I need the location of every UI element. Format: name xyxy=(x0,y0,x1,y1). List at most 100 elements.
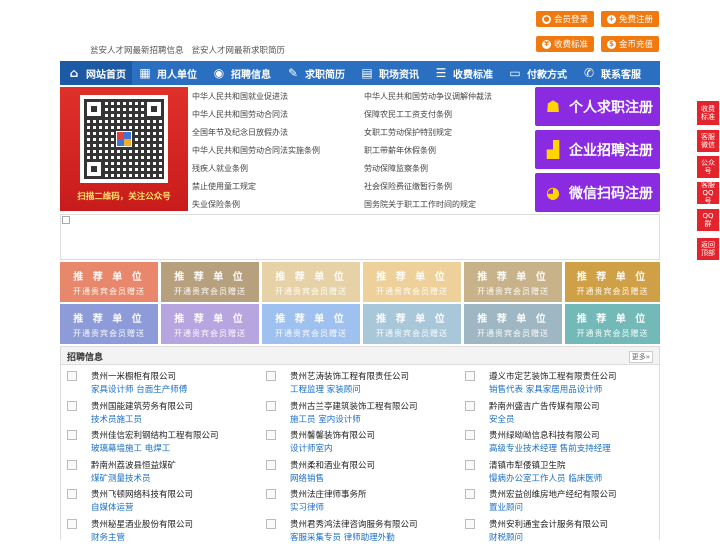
member-login-button[interactable]: ● 会员登录 xyxy=(536,11,595,27)
recommended-employer-tile[interactable]: 推 荐 单 位开通贵宾会员赠送 xyxy=(363,262,461,302)
side-pricing[interactable]: 收费标准 xyxy=(697,101,719,125)
company-name-link[interactable]: 贵州秘星酒业股份有限公司 xyxy=(91,518,193,530)
recommended-employer-tile[interactable]: 推 荐 单 位开通贵宾会员赠送 xyxy=(565,304,660,344)
company-logo[interactable] xyxy=(266,400,276,411)
job-positions-link[interactable]: 财税顾问 xyxy=(489,531,523,543)
company-logo[interactable] xyxy=(266,459,276,470)
free-register-button[interactable]: + 免费注册 xyxy=(601,11,660,27)
job-positions-link[interactable]: 设计师室内 xyxy=(290,442,333,454)
law-link[interactable]: 国务院关于职工工作时间的规定 xyxy=(364,199,476,210)
company-logo[interactable] xyxy=(67,371,77,381)
company-logo[interactable] xyxy=(465,400,475,411)
recommended-employer-tile[interactable]: 推 荐 单 位开通贵宾会员赠送 xyxy=(262,262,360,302)
company-name-link[interactable]: 贵州柔和酒业有限公司 xyxy=(290,459,375,471)
job-positions-link[interactable]: 高级专业技术经理 售前支持经理 xyxy=(489,442,611,454)
pricing-button[interactable]: ¥ 收费标准 xyxy=(536,36,595,52)
company-logo[interactable] xyxy=(465,430,475,440)
nav-employers[interactable]: ▦ 用人单位 xyxy=(132,61,206,85)
company-name-link[interactable]: 清镇市犁倭镇卫生院 xyxy=(489,459,566,471)
job-positions-link[interactable]: 家具设计师 台面生产师傅 xyxy=(91,383,187,395)
company-name-link[interactable]: 贵州馨馨装饰有限公司 xyxy=(290,429,375,441)
law-link[interactable]: 女职工劳动保护特别规定 xyxy=(364,127,452,138)
recommended-employer-tile[interactable]: 推 荐 单 位开通贵宾会员赠送 xyxy=(363,304,461,344)
law-link[interactable]: 中华人民共和国劳动合同法 xyxy=(192,109,288,120)
company-name-link[interactable]: 贵州一米橱柜有限公司 xyxy=(91,370,176,382)
law-link[interactable]: 中华人民共和国劳动争议调解仲裁法 xyxy=(364,91,492,102)
job-positions-link[interactable]: 施工员 室内设计师 xyxy=(290,413,361,425)
job-positions-link[interactable]: 工程监理 家装顾问 xyxy=(290,383,361,395)
company-logo[interactable] xyxy=(266,489,276,499)
job-positions-link[interactable]: 煤矿测量技术员 xyxy=(91,472,151,484)
nav-payment[interactable]: ▭ 付款方式 xyxy=(502,61,576,85)
recommended-employer-tile[interactable]: 推 荐 单 位开通贵宾会员赠送 xyxy=(464,304,562,344)
law-link[interactable]: 全国年节及纪念日放假办法 xyxy=(192,127,288,138)
company-register-button[interactable]: ▟ 企业招聘注册 xyxy=(535,130,660,169)
company-logo[interactable] xyxy=(266,430,276,440)
job-positions-link[interactable]: 自媒体运营 xyxy=(91,501,134,513)
company-logo[interactable] xyxy=(465,371,475,381)
law-link[interactable]: 职工带薪年休假条例 xyxy=(364,145,436,156)
law-link[interactable]: 保障农民工工资支付条例 xyxy=(364,109,452,120)
company-logo[interactable] xyxy=(465,489,475,499)
job-positions-link[interactable]: 网络销售 xyxy=(290,472,324,484)
company-name-link[interactable]: 遵义市定艺装饰工程有限责任公司 xyxy=(489,370,617,382)
job-positions-link[interactable]: 销售代表 家具家居用品设计师 xyxy=(489,383,602,395)
recommended-employer-tile[interactable]: 推 荐 单 位开通贵宾会员赠送 xyxy=(464,262,562,302)
company-name-link[interactable]: 贵州古兰亭建筑装饰工程有限公司 xyxy=(290,400,418,412)
company-logo[interactable] xyxy=(67,430,77,440)
recommended-employer-tile[interactable]: 推 荐 单 位开通贵宾会员赠送 xyxy=(60,262,158,302)
company-name-link[interactable]: 贵州安利通宝会计服务有限公司 xyxy=(489,518,608,530)
law-link[interactable]: 残疾人就业条例 xyxy=(192,163,248,174)
job-positions-link[interactable]: 技术员施工员 xyxy=(91,413,142,425)
side-qq-group[interactable]: QQ群 xyxy=(697,209,719,231)
company-name-link[interactable]: 贵州佳信宏利钢结构工程有限公司 xyxy=(91,429,219,441)
recommended-employer-tile[interactable]: 推 荐 单 位开通贵宾会员赠送 xyxy=(60,304,158,344)
company-logo[interactable] xyxy=(465,518,475,529)
company-name-link[interactable]: 黔南州盛吉广告传媒有限公司 xyxy=(489,400,600,412)
nav-resumes[interactable]: ✎ 求职简历 xyxy=(280,61,354,85)
recommended-employer-tile[interactable]: 推 荐 单 位开通贵宾会员赠送 xyxy=(565,262,660,302)
job-positions-link[interactable]: 安全员 xyxy=(489,413,515,425)
law-link[interactable]: 社会保险费征缴暂行条例 xyxy=(364,181,452,192)
personal-register-button[interactable]: ☗ 个人求职注册 xyxy=(535,87,660,126)
company-name-link[interactable]: 贵州艺涛装饰工程有限责任公司 xyxy=(290,370,409,382)
job-positions-link[interactable]: 实习律师 xyxy=(290,501,324,513)
company-name-link[interactable]: 贵州法庄律师事务所 xyxy=(290,488,367,500)
law-link[interactable]: 劳动保障监察条例 xyxy=(364,163,428,174)
side-official-account[interactable]: 公众号 xyxy=(697,156,719,178)
side-service-wechat[interactable]: 客服微信 xyxy=(697,130,719,152)
nav-news[interactable]: ▤ 职场资讯 xyxy=(354,61,428,85)
nav-home[interactable]: ⌂ 网站首页 xyxy=(60,61,132,85)
job-positions-link[interactable]: 慢病办公室工作人员 临床医师 xyxy=(489,472,602,484)
job-positions-link[interactable]: 玻璃幕墙施工 电焊工 xyxy=(91,442,170,454)
company-logo[interactable] xyxy=(465,459,475,470)
coin-recharge-button[interactable]: $ 金币充值 xyxy=(601,36,660,52)
company-name-link[interactable]: 贵州君秀鸿法律咨询服务有限公司 xyxy=(290,518,418,530)
company-logo[interactable] xyxy=(67,518,77,529)
company-name-link[interactable]: 贵州绿呦呦信息科技有限公司 xyxy=(489,429,600,441)
side-service-qq[interactable]: 客服QQ号 xyxy=(697,181,719,205)
more-link[interactable]: 更多» xyxy=(628,351,653,363)
law-link[interactable]: 中华人民共和国就业促进法 xyxy=(192,91,288,102)
job-positions-link[interactable]: 置业顾问 xyxy=(489,501,523,513)
nav-jobs[interactable]: ◉ 招聘信息 xyxy=(206,61,280,85)
company-name-link[interactable]: 贵州宏益创维房地产经纪有限公司 xyxy=(489,488,617,500)
company-logo[interactable] xyxy=(266,518,276,529)
side-back-to-top[interactable]: 返回顶部 xyxy=(697,238,719,260)
recommended-employer-tile[interactable]: 推 荐 单 位开通贵宾会员赠送 xyxy=(161,262,259,302)
law-link[interactable]: 中华人民共和国劳动合同法实施条例 xyxy=(192,145,320,156)
company-logo[interactable] xyxy=(67,400,77,411)
job-positions-link[interactable]: 客服采集专员 律师助理外勤 xyxy=(290,531,395,543)
latest-jobs-link[interactable]: 瓮安人才网最新招聘信息 xyxy=(90,44,184,56)
latest-resumes-link[interactable]: 瓮安人才网最新求职简历 xyxy=(192,44,286,56)
company-logo[interactable] xyxy=(67,489,77,499)
recommended-employer-tile[interactable]: 推 荐 单 位开通贵宾会员赠送 xyxy=(161,304,259,344)
company-logo[interactable] xyxy=(67,459,77,470)
law-link[interactable]: 失业保险条例 xyxy=(192,199,240,210)
nav-pricing[interactable]: ☰ 收费标准 xyxy=(428,61,502,85)
ad-banner[interactable] xyxy=(60,214,660,260)
wechat-register-button[interactable]: ◕ 微信扫码注册 xyxy=(535,173,660,212)
company-name-link[interactable]: 贵州飞顿网络科技有限公司 xyxy=(91,488,193,500)
company-logo[interactable] xyxy=(266,371,276,381)
company-name-link[interactable]: 贵州国能建筑劳务有限公司 xyxy=(91,400,193,412)
